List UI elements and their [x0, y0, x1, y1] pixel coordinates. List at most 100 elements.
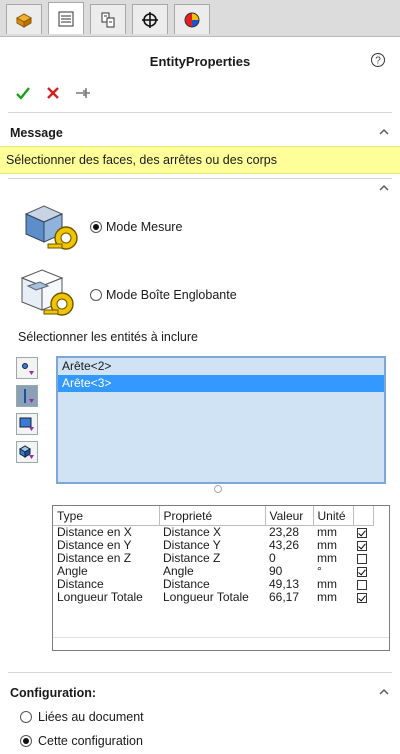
message-section-header[interactable]: Message	[0, 120, 400, 148]
property-manager-panel: EntityProperties ? Message Sélectionner …	[0, 0, 400, 754]
property-manager-icon	[58, 11, 74, 26]
tab-appearance[interactable]	[174, 4, 210, 34]
edge-filter-icon	[24, 389, 34, 403]
pushpin-icon	[76, 88, 90, 98]
config-liees-document-label: Liées au document	[38, 710, 144, 724]
config-liees-document-radio[interactable]	[20, 711, 32, 723]
table-row[interactable]: Distance en Y Distance Y 43,26 mm	[53, 539, 373, 552]
column-header-value: Valeur	[265, 506, 314, 526]
cell-include	[353, 526, 373, 540]
cell-unit: mm	[317, 578, 337, 591]
divider	[8, 178, 392, 179]
close-icon	[47, 87, 59, 99]
cell-property[interactable]: Angle	[159, 565, 265, 578]
ok-button[interactable]	[14, 84, 32, 102]
cancel-button[interactable]	[44, 84, 62, 102]
cell-unit: mm	[317, 552, 337, 565]
cell-property[interactable]: Distance Y	[159, 539, 265, 552]
mode-boite-englobante-radio[interactable]	[90, 289, 102, 301]
properties-table: Type Proprieté Valeur Unité Distance en …	[52, 505, 390, 651]
svg-text:?: ?	[375, 56, 381, 67]
cell-type: Distance en Y	[57, 539, 132, 552]
chevron-up-icon[interactable]	[378, 126, 390, 138]
manager-tab-strip	[0, 0, 400, 37]
table-row[interactable]: Angle Angle 90 °	[53, 565, 373, 578]
config-cette-configuration-label: Cette configuration	[38, 734, 143, 748]
select-entities-label: Sélectionner les entités à inclure	[18, 330, 198, 344]
tab-dimxpert[interactable]	[132, 4, 168, 34]
divider	[8, 672, 392, 673]
measure-mode-icon	[24, 205, 78, 250]
cell-type: Distance	[57, 578, 104, 591]
page-title: EntityProperties	[149, 54, 251, 69]
cell-value: 90	[269, 565, 283, 578]
face-filter-icon	[19, 417, 34, 431]
body-filter-icon	[19, 445, 34, 459]
list-resize-handle[interactable]	[214, 485, 222, 493]
include-checkbox[interactable]	[357, 579, 367, 590]
config-cette-configuration-radio[interactable]	[20, 735, 32, 747]
include-checkbox[interactable]	[357, 527, 367, 538]
table-row[interactable]: Distance en X Distance X 23,28 mm	[53, 526, 373, 540]
include-checkbox[interactable]	[357, 566, 367, 577]
divider	[8, 112, 392, 113]
tab-property-manager[interactable]	[48, 2, 84, 34]
mode-boite-englobante-label: Mode Boîte Englobante	[106, 288, 237, 302]
configuration-manager-icon	[101, 12, 115, 27]
selection-filters	[16, 357, 40, 469]
table-empty-row	[53, 637, 389, 638]
message-text: Sélectionner des faces, des arrêtes ou d…	[6, 153, 277, 167]
help-icon[interactable]: ?	[370, 52, 386, 68]
cell-value: 49,13	[269, 578, 300, 591]
cell-type: Distance en X	[57, 525, 132, 539]
filter-edge-button[interactable]	[16, 385, 38, 407]
cell-include	[353, 539, 373, 552]
pin-button[interactable]	[74, 84, 92, 102]
properties-table-grid: Type Proprieté Valeur Unité Distance en …	[53, 506, 374, 604]
filter-face-button[interactable]	[16, 413, 38, 435]
column-header-type: Type	[53, 506, 160, 526]
action-buttons	[14, 84, 92, 102]
cell-value: 66,17	[269, 591, 300, 604]
configuration-section-header[interactable]: Configuration:	[0, 680, 400, 708]
table-header-row: Type Proprieté Valeur Unité	[53, 506, 374, 526]
list-item[interactable]: Arête<3>	[58, 375, 384, 392]
config-liees-document-option[interactable]: Liées au document	[20, 710, 144, 724]
table-row[interactable]: Distance Distance 49,13 mm	[53, 578, 373, 591]
check-icon	[16, 87, 30, 100]
filter-vertex-button[interactable]	[16, 357, 38, 379]
cell-include	[353, 565, 373, 578]
vertex-filter-icon	[22, 363, 34, 375]
column-header-unit: Unité	[313, 506, 354, 526]
mode-boite-englobante-option[interactable]: Mode Boîte Englobante	[90, 288, 237, 302]
cell-property[interactable]: Longueur Totale	[159, 591, 265, 604]
table-row[interactable]: Longueur Totale Longueur Totale 66,17 mm	[53, 591, 373, 604]
tab-configuration-manager[interactable]	[90, 4, 126, 34]
configuration-section-label: Configuration:	[10, 686, 97, 700]
cell-type: Angle	[57, 565, 88, 578]
chevron-up-icon[interactable]	[378, 182, 390, 194]
cell-unit: mm	[317, 525, 337, 539]
cell-property[interactable]: Distance	[159, 578, 265, 591]
filter-body-button[interactable]	[16, 441, 38, 463]
cell-value: 23,28	[269, 525, 300, 539]
chevron-up-icon[interactable]	[378, 686, 390, 698]
cell-property[interactable]: Distance Z	[159, 552, 265, 565]
include-checkbox[interactable]	[357, 553, 367, 564]
table-row[interactable]: Distance en Z Distance Z 0 mm	[53, 552, 373, 565]
include-checkbox[interactable]	[357, 540, 367, 551]
cell-property[interactable]: Distance X	[159, 526, 265, 540]
list-item[interactable]: Arête<2>	[58, 358, 384, 375]
cell-unit: °	[317, 565, 322, 578]
cell-include	[353, 552, 373, 565]
entity-selection-list[interactable]: Arête<2> Arête<3>	[56, 356, 386, 484]
dimxpert-icon	[142, 11, 158, 28]
include-checkbox[interactable]	[357, 592, 367, 603]
appearance-icon	[184, 12, 200, 27]
tab-feature-manager[interactable]	[6, 4, 42, 34]
mode-mesure-option[interactable]: Mode Mesure	[90, 220, 182, 234]
bounding-box-mode-icon	[20, 269, 74, 316]
mode-mesure-radio[interactable]	[90, 221, 102, 233]
config-cette-configuration-option[interactable]: Cette configuration	[20, 734, 143, 748]
column-header-property: Proprieté	[159, 506, 266, 526]
